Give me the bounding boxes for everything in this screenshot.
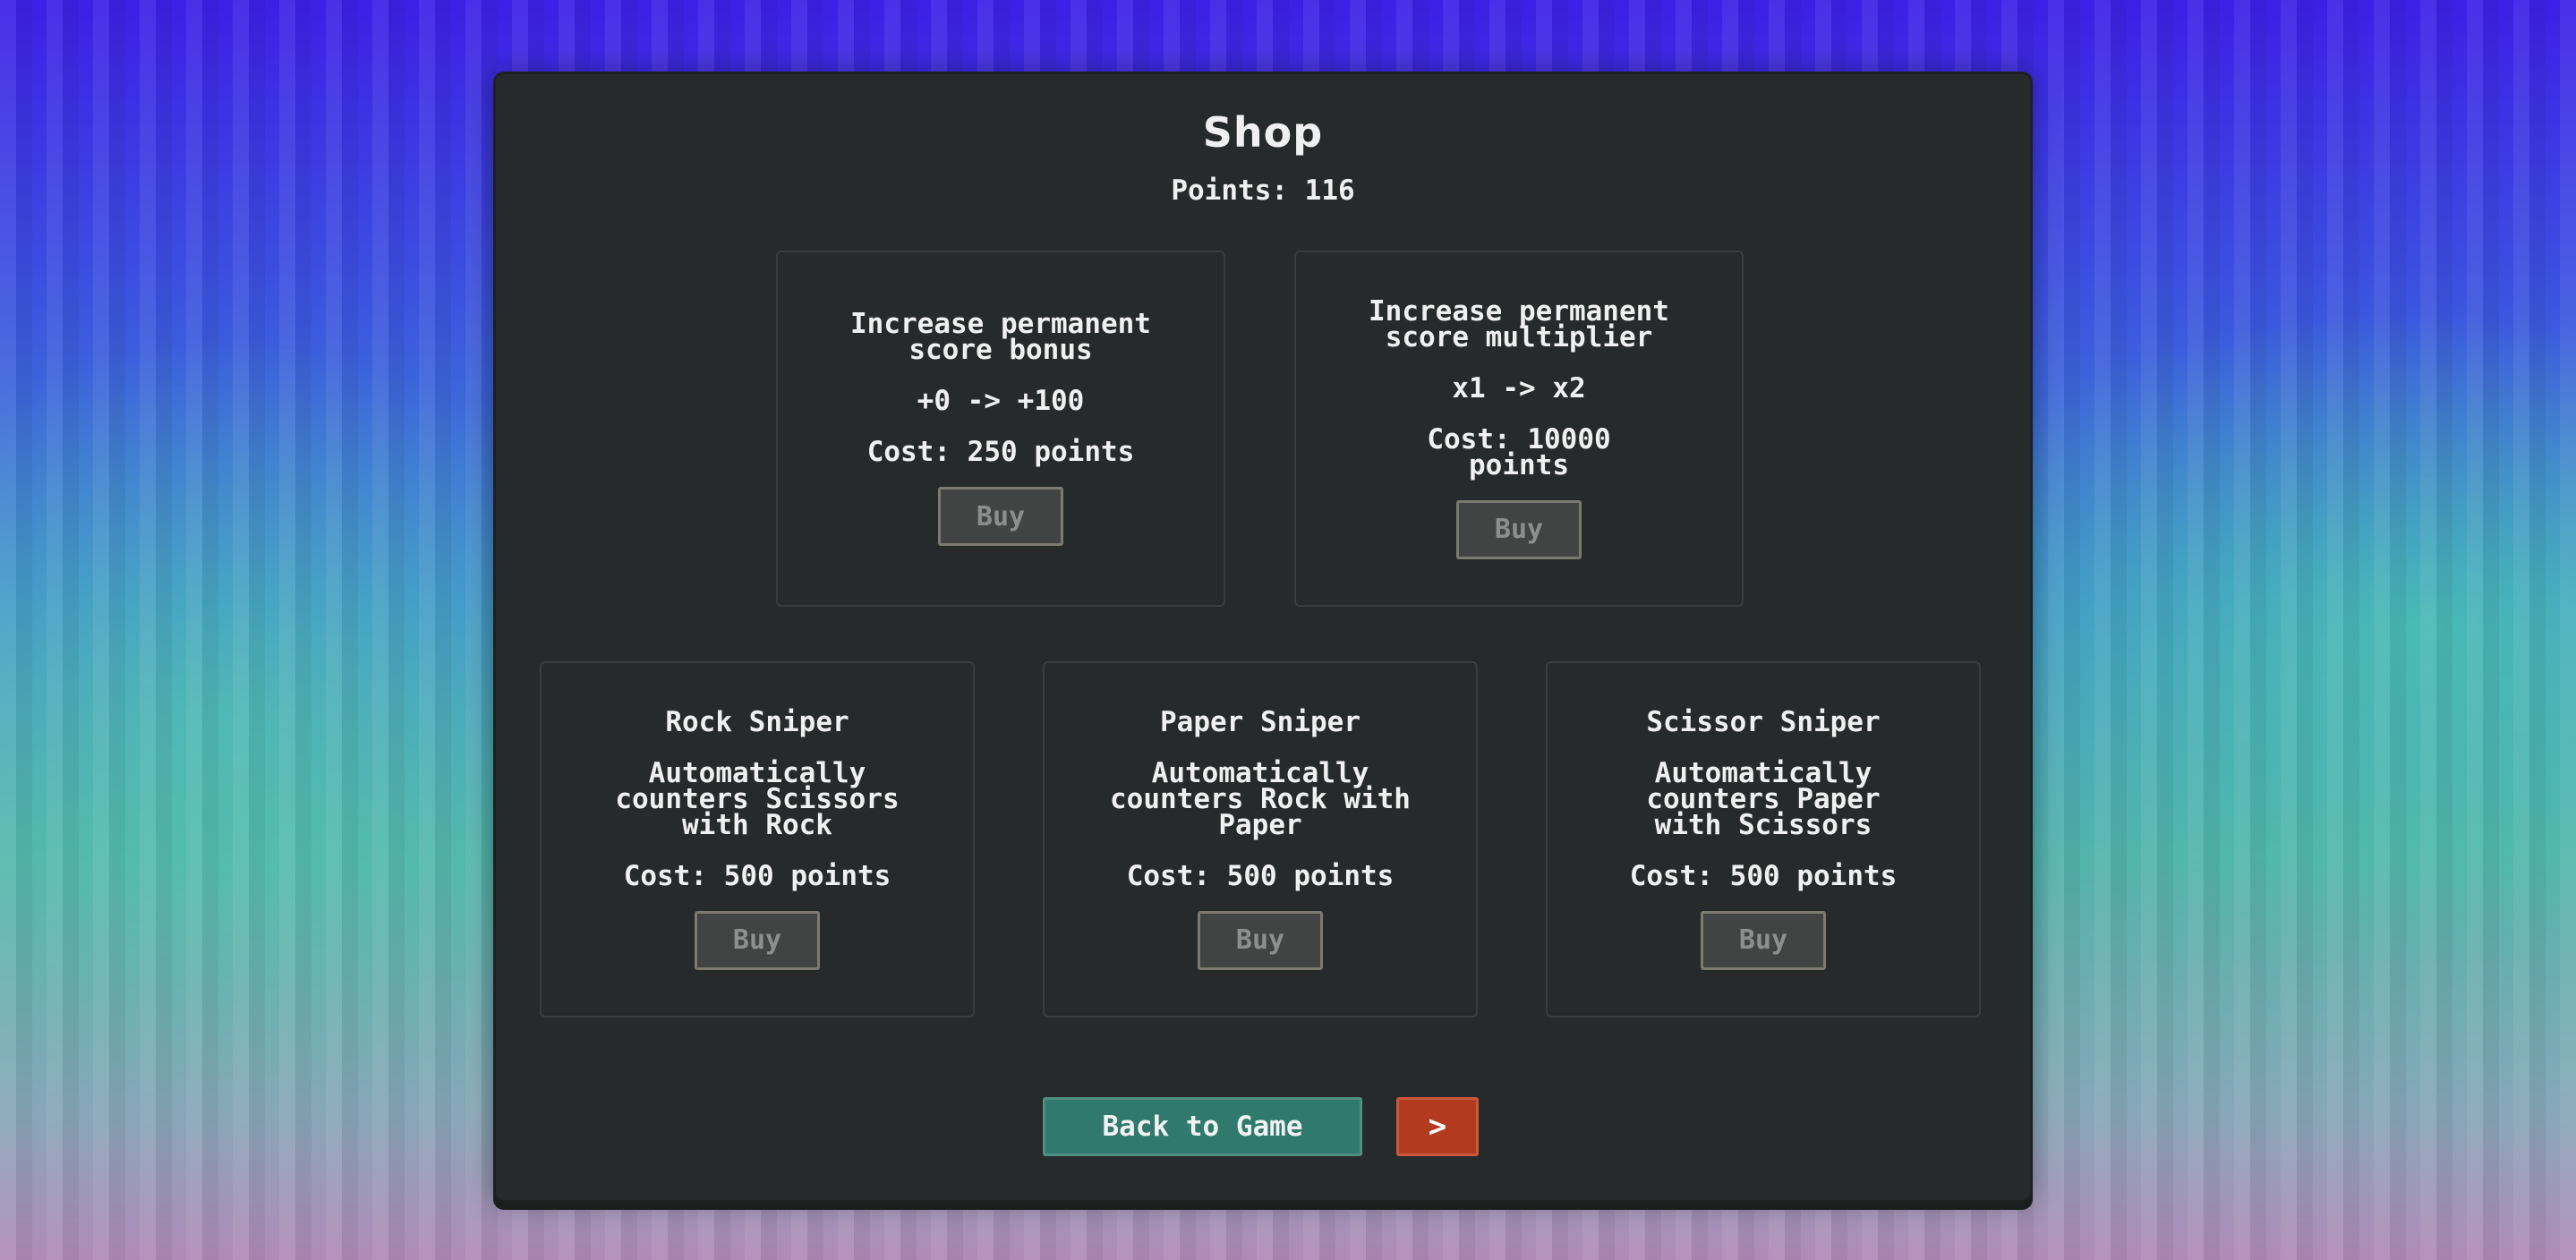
buy-score-bonus-button[interactable]: Buy: [938, 487, 1063, 546]
upgrade-card-score-multiplier: Increase permanent score multiplier x1 -…: [1294, 251, 1744, 607]
upgrade-card-score-bonus: Increase permanent score bonus +0 -> +10…: [776, 251, 1225, 607]
sniper-title: Paper Sniper: [1160, 705, 1361, 738]
sniper-cost: Cost: 500 points: [623, 859, 891, 892]
upgrade-change: x1 -> x2: [1452, 371, 1586, 404]
buy-rock-sniper-button[interactable]: Buy: [695, 910, 820, 970]
buy-scissor-sniper-button[interactable]: Buy: [1701, 910, 1826, 970]
buy-paper-sniper-button[interactable]: Buy: [1198, 910, 1323, 970]
back-to-game-button[interactable]: Back to Game: [1043, 1097, 1362, 1156]
next-page-button[interactable]: >: [1396, 1097, 1479, 1156]
points-display: Points: 116: [1171, 175, 1355, 207]
sniper-cost: Cost: 500 points: [1629, 859, 1898, 892]
upgrade-cost: Cost: 10000 points: [1427, 422, 1611, 481]
sniper-card-paper: Paper Sniper Automatically counters Rock…: [1043, 661, 1478, 1017]
buy-score-multiplier-button[interactable]: Buy: [1456, 499, 1582, 559]
sniper-title: Scissor Sniper: [1646, 705, 1881, 738]
sniper-description: Automatically counters Scissors with Roc…: [615, 756, 900, 841]
sniper-card-scissor: Scissor Sniper Automatically counters Pa…: [1546, 661, 1981, 1017]
sniper-description: Automatically counters Paper with Scisso…: [1646, 756, 1881, 841]
upgrade-title: Increase permanent score bonus: [850, 308, 1151, 366]
upgrade-change: +0 -> +100: [917, 385, 1085, 417]
upgrade-cost: Cost: 250 points: [866, 436, 1135, 468]
upgrade-title: Increase permanent score multiplier: [1369, 294, 1669, 353]
sniper-cost: Cost: 500 points: [1126, 859, 1395, 892]
shop-modal: Shop Points: 116 Increase permanent scor…: [493, 72, 2033, 1203]
shop-title: Shop: [1202, 108, 1324, 157]
sniper-title: Rock Sniper: [665, 705, 849, 738]
sniper-card-rock: Rock Sniper Automatically counters Sciss…: [540, 661, 975, 1017]
sniper-description: Automatically counters Rock with Paper: [1110, 756, 1411, 841]
